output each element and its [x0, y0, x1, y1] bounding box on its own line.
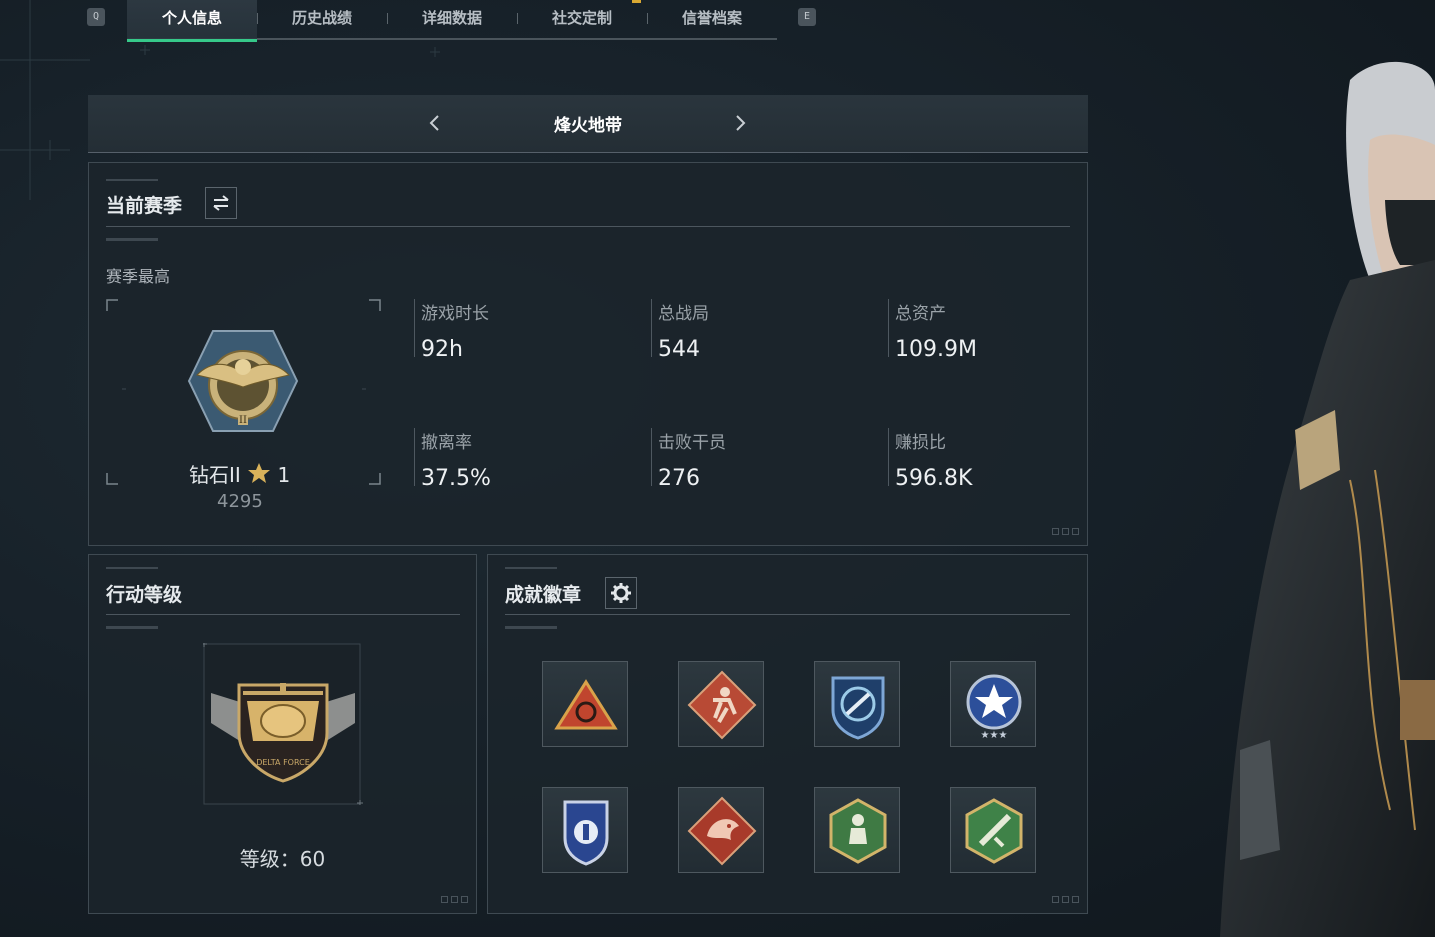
action-level-panel: 行动等级 DELTA FORCE 等级：60: [88, 554, 477, 914]
stat-value: 92h: [421, 337, 463, 362]
chevron-right-icon[interactable]: [728, 111, 752, 135]
stat-operators-defeated: 击败干员 276: [651, 428, 726, 491]
tab-detailed-data[interactable]: 详细数据: [387, 0, 517, 40]
action-level-title: 行动等级: [106, 584, 183, 606]
current-season-title: 当前赛季: [106, 195, 183, 217]
helicopter-level-emblem: DELTA FORCE: [203, 643, 363, 805]
badge-settings-button[interactable]: [605, 577, 637, 609]
stat-value: 596.8K: [895, 466, 973, 491]
decor-text: [106, 567, 158, 569]
stat-total-assets: 总资产 109.9M: [888, 299, 977, 362]
corner-decor: [438, 888, 468, 907]
runner-icon: [687, 670, 757, 740]
svg-text:II: II: [239, 415, 247, 426]
tab-row: 个人信息 历史战绩 详细数据 社交定制 信誉档案: [127, 0, 777, 42]
stat-value: 276: [658, 466, 700, 491]
stat-label: 击败干员: [658, 433, 726, 453]
notification-dot: [632, 0, 641, 3]
season-best-label: 赛季最高: [106, 267, 171, 286]
level-readout: 等级：60: [89, 843, 476, 872]
tab-social-custom[interactable]: 社交定制: [517, 0, 647, 40]
e-key-hint[interactable]: E: [798, 8, 816, 26]
mode-selector: 烽火地带: [88, 95, 1088, 153]
rank-star-count: 1: [277, 463, 291, 487]
gear-icon: [611, 583, 631, 603]
stat-label: 撤离率: [421, 433, 472, 453]
badge-hexagon-rifle[interactable]: [950, 787, 1036, 873]
rank-frame: II: [106, 299, 381, 485]
stat-profit-loss-ratio: 赚损比 596.8K: [888, 428, 972, 491]
badge-shield-rotate[interactable]: [814, 661, 900, 747]
rank-name: 钻石II 1: [189, 459, 290, 488]
stat-label: 游戏时长: [421, 304, 489, 324]
tab-credit-record[interactable]: 信誉档案: [647, 0, 777, 40]
badge-triangle-target[interactable]: [542, 661, 628, 747]
title-divider: [505, 614, 1070, 615]
stat-value: 37.5%: [421, 466, 491, 491]
corner-decor: [1049, 520, 1079, 539]
stat-extraction-rate: 撤离率 37.5%: [414, 428, 491, 491]
corner-decor: [1049, 888, 1079, 907]
q-key-hint[interactable]: Q: [87, 8, 105, 26]
stat-label: 赚损比: [895, 433, 946, 453]
badge-star-circle[interactable]: ★★★: [950, 661, 1036, 747]
rank-title: 钻石II: [189, 463, 241, 487]
swap-button[interactable]: [205, 187, 237, 219]
operator-character-portrait: [1220, 61, 1435, 937]
stat-value: 544: [658, 337, 700, 362]
decor-text: [505, 567, 557, 569]
decor-text: [106, 179, 158, 181]
tab-history[interactable]: 历史战绩: [257, 0, 387, 40]
level-label: 等级：: [239, 847, 300, 871]
stat-label: 总战局: [658, 304, 709, 324]
badge-runner[interactable]: [678, 661, 764, 747]
title-divider: [106, 614, 460, 615]
triangle-target-icon: [554, 679, 618, 730]
mode-title: 烽火地带: [554, 116, 622, 136]
title-divider: [106, 226, 1070, 227]
stat-label: 总资产: [895, 304, 946, 324]
svg-text:★★★: ★★★: [981, 730, 1008, 741]
top-tab-bar: Q 个人信息 历史战绩 详细数据 社交定制 信誉档案 E: [84, 0, 824, 42]
decor-text: [505, 626, 557, 629]
badge-hexagon-soldier[interactable]: [814, 787, 900, 873]
stat-value: 109.9M: [895, 337, 977, 362]
shield-rotate-icon: [831, 676, 885, 740]
police-shield-icon: [563, 800, 609, 866]
star-circle-icon: ★★★: [966, 674, 1022, 741]
star-icon: [248, 463, 271, 483]
hexagon-rifle-icon: [965, 798, 1023, 864]
current-season-panel: 当前赛季 赛季最高 II 钻石II 1 4295 游戏时长 92h 总战局 54…: [88, 162, 1088, 546]
svg-text:DELTA FORCE: DELTA FORCE: [256, 758, 310, 767]
achievement-badges-panel: 成就徽章 ★★★: [487, 554, 1088, 914]
decor-text: [106, 238, 158, 241]
dragon-icon: [687, 796, 757, 866]
swap-icon: [213, 195, 229, 211]
level-value: 60: [299, 847, 326, 871]
tab-personal-info[interactable]: 个人信息: [127, 0, 257, 42]
stat-play-time: 游戏时长 92h: [414, 299, 489, 362]
badge-dragon[interactable]: [678, 787, 764, 873]
stat-total-matches: 总战局 544: [651, 299, 709, 362]
decor-text: [106, 626, 158, 629]
badge-police-shield[interactable]: [542, 787, 628, 873]
rank-score: 4295: [217, 491, 263, 512]
achievement-badges-title: 成就徽章: [505, 584, 582, 606]
diamond-rank-medal: II: [187, 330, 299, 432]
hexagon-soldier-icon: [829, 798, 887, 864]
